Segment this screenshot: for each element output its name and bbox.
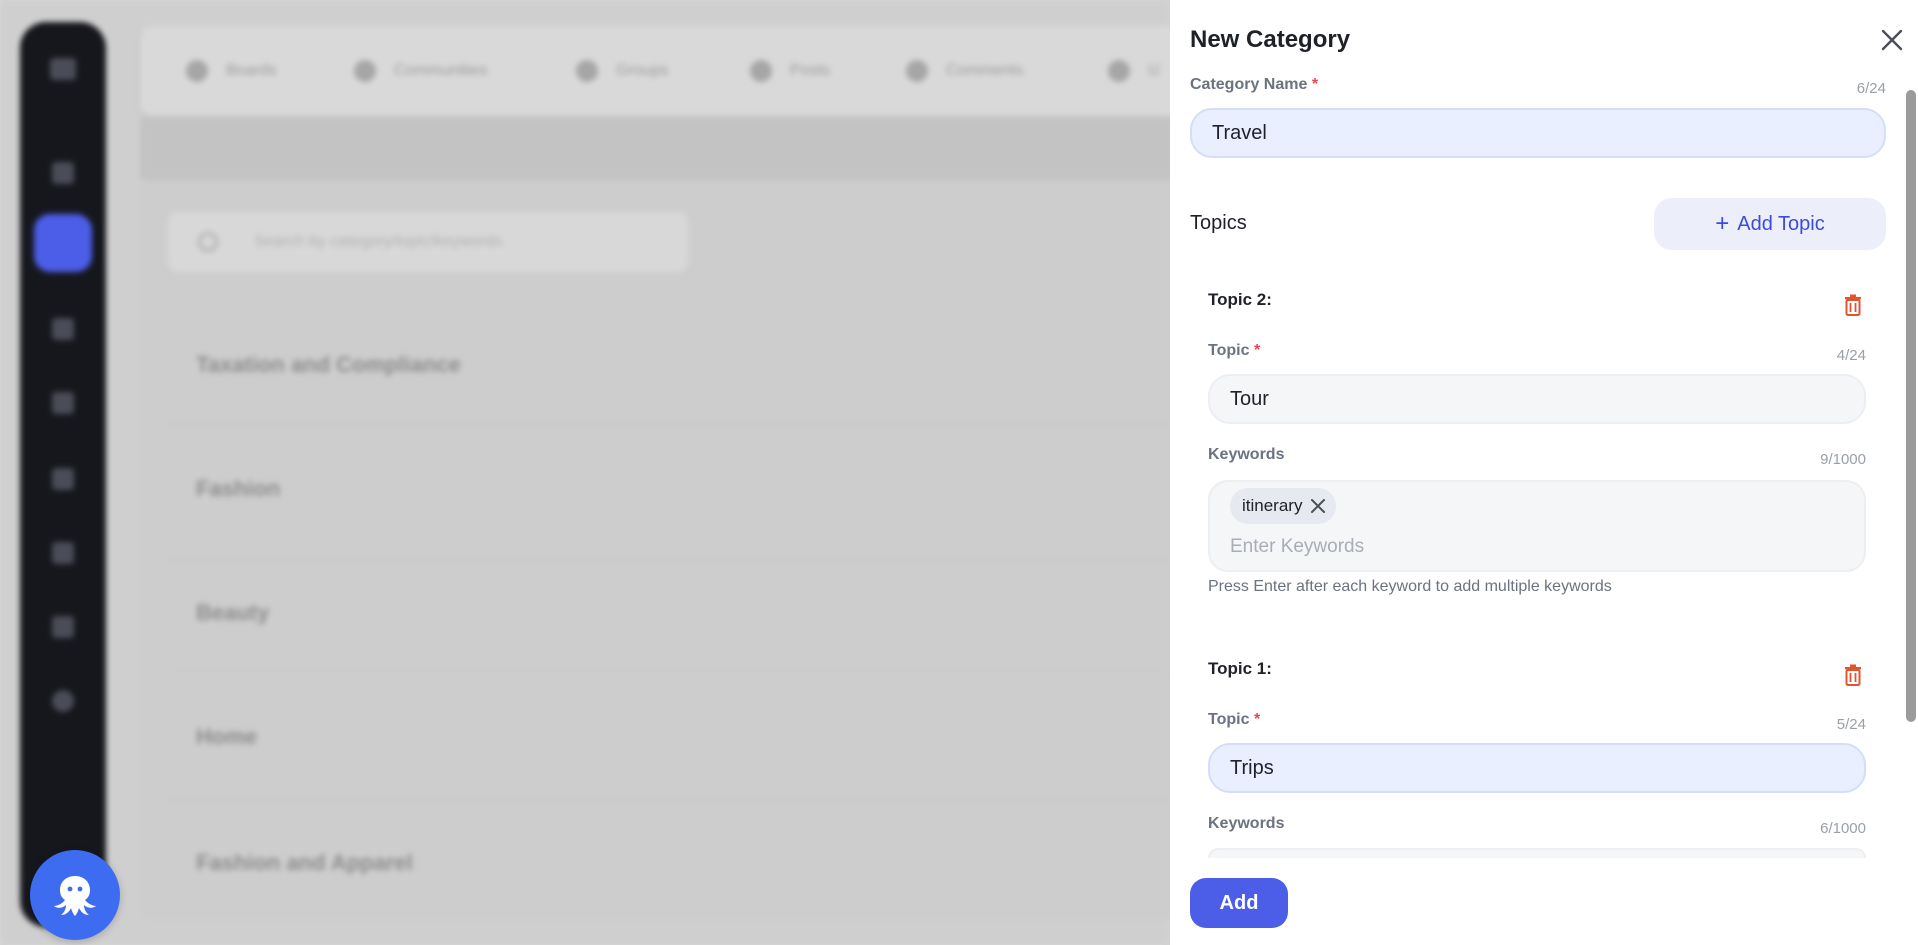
keywords-2-box[interactable]: itinerary [1208,480,1866,572]
close-icon [1881,29,1903,51]
topic-1-label: Topic * [1208,711,1261,728]
divider [170,800,1170,801]
rail-icon-messages [52,468,74,490]
topics-heading: Topics [1190,212,1247,234]
nav-item-communities: Communities [354,60,487,82]
close-icon [1311,499,1326,513]
nav-item-users: U [1108,60,1160,82]
topic-2-value: Tour [1230,387,1269,410]
add-topic-label: Add Topic [1737,212,1825,235]
nav-item-posts: Posts [750,60,830,82]
rail-icon-dashboard [52,162,74,184]
new-category-drawer: New Category Category Name * 6/24 Travel… [1170,0,1918,945]
topic-1-title: Topic 1: [1208,659,1272,678]
rail-icon-tools [52,318,74,340]
category-row: Beauty [196,600,270,625]
required-mark: * [1253,711,1261,728]
category-search: Search by category/topic/keywords [168,212,688,272]
rail-icon-reports [52,392,74,414]
topic-2-counter: 4/24 [1836,347,1866,364]
posts-icon [750,60,772,82]
topic-1-value: Trips [1230,756,1274,779]
rail-icon-analytics [52,616,74,638]
side-rail [20,22,106,927]
keywords-1-box[interactable] [1208,848,1866,858]
keywords-1-label: Keywords [1208,815,1285,832]
topic-2-label: Topic * [1208,342,1261,359]
topic-2-input[interactable]: Tour [1208,374,1866,424]
logo-icon [50,58,76,80]
keywords-2-counter: 9/1000 [1820,451,1866,468]
category-name-label: Category Name * [1190,76,1319,93]
topic-1-input[interactable]: Trips [1208,743,1866,793]
divider [170,424,1170,425]
nav-item-comments: Comments [906,60,1023,82]
category-row: Fashion [196,476,281,501]
category-row: Taxation and Compliance [196,352,461,377]
nav-item-groups: Groups [576,60,668,82]
rail-icon-profile [52,690,74,712]
groups-icon [576,60,598,82]
scrollbar[interactable] [1906,90,1916,722]
communities-icon [354,60,376,82]
close-button[interactable] [1878,26,1906,54]
remove-keyword-button[interactable] [1310,498,1326,514]
boards-icon [186,60,208,82]
rail-icon-categories [34,214,92,272]
delete-topic-1-button[interactable] [1844,664,1862,686]
keywords-2-input[interactable] [1230,532,1830,562]
divider [170,674,1170,675]
trash-icon [1845,664,1861,686]
top-nav: Boards Communities Groups Posts Comments… [140,26,1180,116]
trash-icon [1845,294,1861,316]
keyword-chip-label: itinerary [1242,496,1303,515]
required-mark: * [1253,342,1261,359]
topic-1-counter: 5/24 [1836,716,1866,733]
category-row: Fashion and Apparel [196,850,413,875]
plus-icon: + [1715,210,1730,237]
keywords-1-counter: 6/1000 [1820,820,1866,837]
delete-topic-2-button[interactable] [1844,294,1862,316]
keywords-2-label: Keywords [1208,446,1285,463]
assistant-bubble[interactable] [30,850,120,940]
required-mark: * [1311,76,1319,93]
background-app: Boards Communities Groups Posts Comments… [0,0,1180,945]
topic-2-title: Topic 2: [1208,290,1272,309]
category-name-input[interactable]: Travel [1190,108,1886,158]
category-row: Home [196,724,258,749]
category-name-counter: 6/24 [1856,80,1886,97]
drawer-footer: Add [1170,858,1918,945]
keywords-hint: Press Enter after each keyword to add mu… [1208,578,1612,595]
add-topic-button[interactable]: + Add Topic [1654,198,1886,250]
add-category-button[interactable]: Add [1190,878,1288,928]
search-icon [198,232,218,252]
nav-item-boards: Boards [186,60,277,82]
header-band [140,118,1180,180]
divider [170,560,1170,561]
comments-icon [906,60,928,82]
category-list-card: Search by category/topic/keywords Taxati… [140,180,1180,920]
category-name-value: Travel [1212,121,1267,144]
octopus-icon [54,876,96,916]
rail-icon-settings [52,542,74,564]
keyword-chip: itinerary [1230,488,1337,524]
drawer-title: New Category [1190,26,1351,53]
users-icon [1108,60,1130,82]
